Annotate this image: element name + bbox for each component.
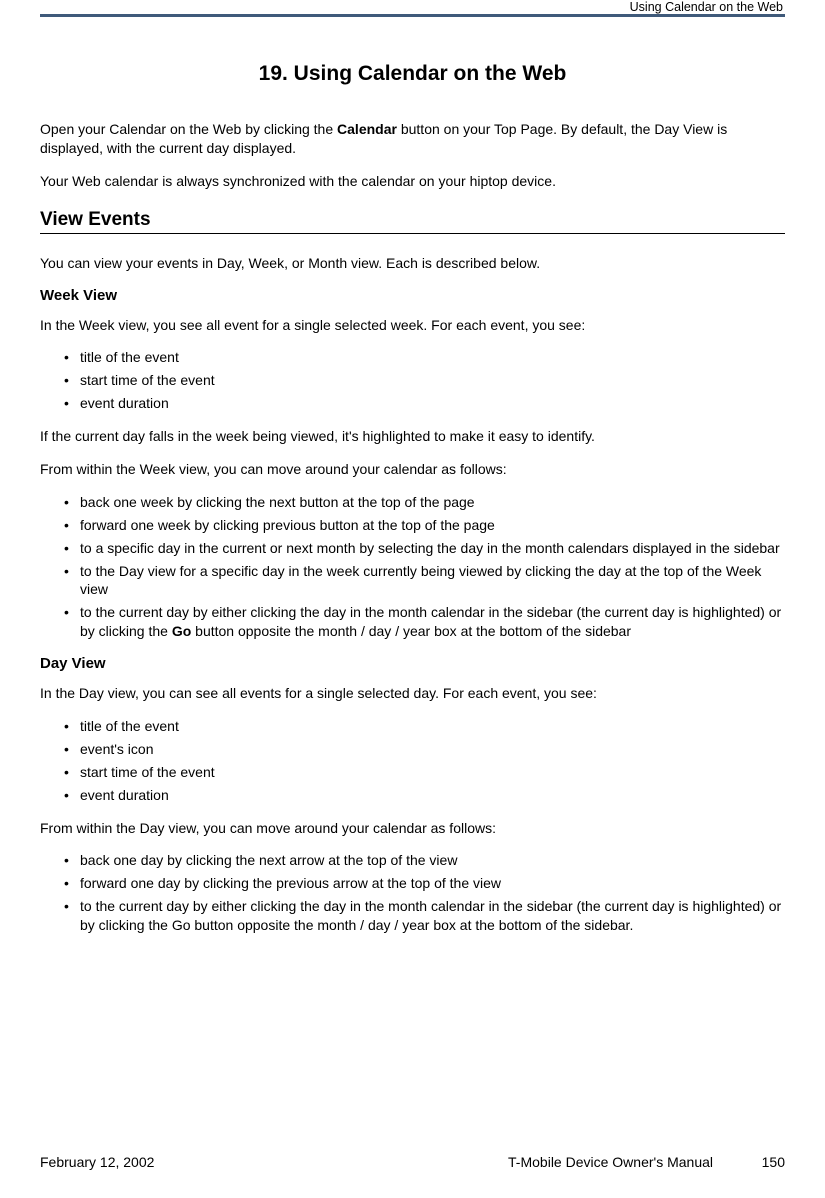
list-item: start time of the event (64, 371, 785, 390)
bold-text: Go (172, 623, 191, 639)
footer-date: February 12, 2002 (40, 1154, 154, 1170)
list-item: start time of the event (64, 763, 785, 782)
week-list-1: title of the event start time of the eve… (64, 348, 785, 413)
header-rule (40, 14, 785, 17)
chapter-title: 19. Using Calendar on the Web (40, 62, 785, 86)
day-intro: In the Day view, you can see all events … (40, 684, 785, 703)
week-paragraph-3: From within the Week view, you can move … (40, 460, 785, 479)
heading-view-events: View Events (40, 209, 785, 231)
heading-rule (40, 233, 785, 234)
heading-week-view: Week View (40, 287, 785, 304)
view-events-intro: You can view your events in Day, Week, o… (40, 254, 785, 273)
list-item: back one day by clicking the next arrow … (64, 851, 785, 870)
week-list-2: back one week by clicking the next butto… (64, 493, 785, 641)
footer-manual-name: T-Mobile Device Owner's Manual (508, 1154, 713, 1170)
list-item: forward one week by clicking previous bu… (64, 516, 785, 535)
week-intro: In the Week view, you see all event for … (40, 316, 785, 335)
footer-page-number: 150 (762, 1154, 785, 1170)
list-item: forward one day by clicking the previous… (64, 874, 785, 893)
text: Open your Calendar on the Web by clickin… (40, 121, 337, 137)
bold-text: Calendar (337, 121, 397, 137)
day-list-1: title of the event event's icon start ti… (64, 717, 785, 805)
list-item: to the Day view for a specific day in th… (64, 562, 785, 600)
week-paragraph-2: If the current day falls in the week bei… (40, 427, 785, 446)
list-item: event duration (64, 786, 785, 805)
page-content: 19. Using Calendar on the Web Open your … (40, 62, 785, 949)
list-item: back one week by clicking the next butto… (64, 493, 785, 512)
intro-paragraph-2: Your Web calendar is always synchronized… (40, 172, 785, 191)
day-list-2: back one day by clicking the next arrow … (64, 851, 785, 935)
list-item: to a specific day in the current or next… (64, 539, 785, 558)
heading-day-view: Day View (40, 655, 785, 672)
list-item: event duration (64, 394, 785, 413)
list-item: event's icon (64, 740, 785, 759)
intro-paragraph-1: Open your Calendar on the Web by clickin… (40, 120, 785, 158)
list-item: to the current day by either clicking th… (64, 603, 785, 641)
day-paragraph-2: From within the Day view, you can move a… (40, 819, 785, 838)
page-footer: February 12, 2002 T-Mobile Device Owner'… (40, 1154, 785, 1170)
text: button opposite the month / day / year b… (191, 623, 631, 639)
header-section-label: Using Calendar on the Web (630, 0, 783, 14)
list-item: to the current day by either clicking th… (64, 897, 785, 935)
list-item: title of the event (64, 717, 785, 736)
list-item: title of the event (64, 348, 785, 367)
